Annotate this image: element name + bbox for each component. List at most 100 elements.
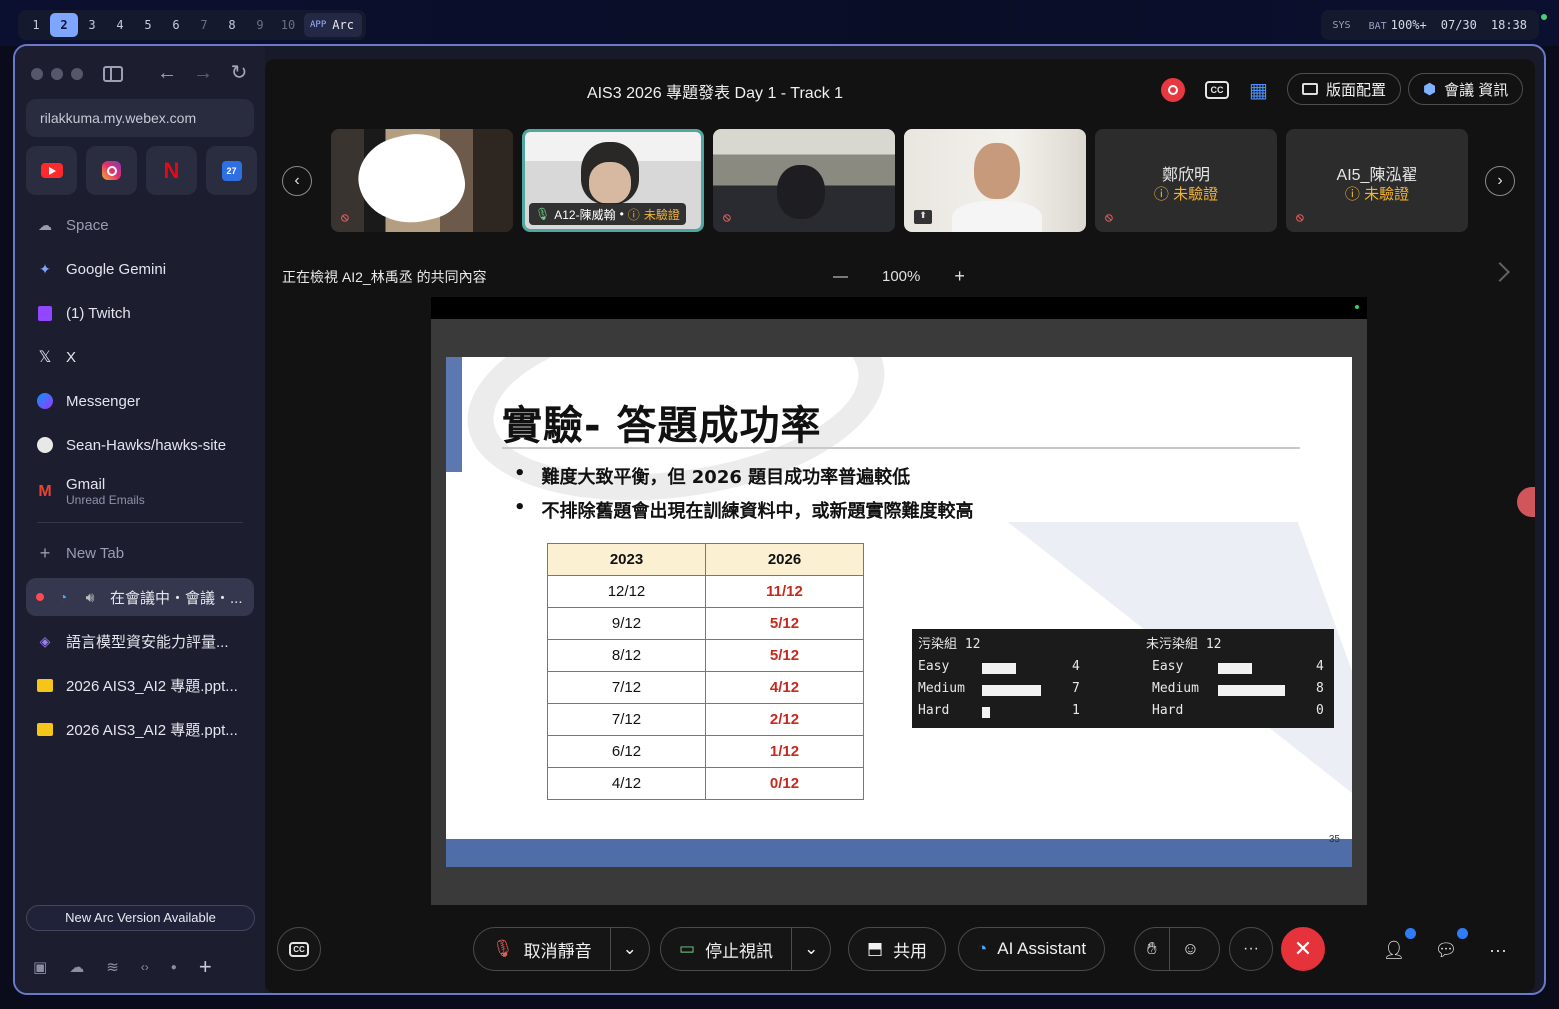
share-screen-icon: ⬒ xyxy=(867,939,884,958)
slides-icon xyxy=(36,720,54,738)
zoom-out-button[interactable]: — xyxy=(833,268,848,285)
sidebar-item-gemini[interactable]: ✦ Google Gemini xyxy=(26,250,254,288)
sidebar-item-twitch[interactable]: (1) Twitch xyxy=(26,294,254,332)
meeting-info-button[interactable]: ⬢ 會議 資訊 xyxy=(1408,73,1524,105)
screen-share-icon: ⬆ xyxy=(914,210,932,224)
sidebar-item-gmail[interactable]: M Gmail Unread Emails xyxy=(26,470,254,514)
webex-meeting-view: AIS3 2026 專題發表 Day 1 - Track 1 CC ▦ 版面配置… xyxy=(265,59,1535,993)
sidebar-item-messenger[interactable]: Messenger xyxy=(26,382,254,420)
tab-webex-meeting[interactable]: ◔ 🔊︎ 在會議中・會議・... xyxy=(26,578,254,616)
ai-assistant-icon: ◔ xyxy=(977,939,988,958)
video-options-button[interactable]: ⌄ xyxy=(792,928,830,970)
sidebar-item-github[interactable]: Sean-Hawks/hawks-site xyxy=(26,426,254,464)
stop-video-button[interactable]: ▭ 停止視訊 xyxy=(661,928,791,970)
workspace-10[interactable]: 10 xyxy=(274,13,302,37)
dot-icon[interactable]: ● xyxy=(171,962,177,973)
workspace-2[interactable]: 2 xyxy=(50,13,78,37)
favorite-youtube[interactable] xyxy=(26,146,77,195)
person-body xyxy=(952,201,1042,232)
plus-icon: + xyxy=(39,542,51,563)
sidebar-item-x[interactable]: 𝕏 X xyxy=(26,338,254,376)
participant-name-chip: 🎙︎ A12-陳威翰 • ⓘ 未驗證 xyxy=(529,203,686,225)
participant-tile-2[interactable]: 🎙︎ A12-陳威翰 • ⓘ 未驗證 xyxy=(522,129,704,232)
sys-label: SYS xyxy=(1332,19,1351,31)
ai-assistant-button[interactable]: ◔ AI Assistant xyxy=(958,927,1106,971)
person-silhouette xyxy=(777,165,825,219)
github-icon xyxy=(36,436,54,454)
record-icon xyxy=(1161,78,1185,102)
add-participant-button[interactable]: ▦ xyxy=(1249,75,1268,105)
new-tab-button[interactable]: + New Tab xyxy=(26,534,254,572)
share-button[interactable]: ⬒ 共用 xyxy=(848,927,947,971)
chevron-down-icon: ⌄ xyxy=(622,939,637,958)
minimize-window-icon[interactable] xyxy=(51,68,63,80)
add-space-icon[interactable]: + xyxy=(199,954,212,980)
favorite-calendar[interactable]: 27 xyxy=(206,146,257,195)
captions-button[interactable]: CC xyxy=(1205,75,1229,105)
space-icon: ☁ xyxy=(38,216,52,233)
more-panels-button[interactable]: ··· xyxy=(1483,935,1513,965)
participant-tile-4[interactable]: ⬆ xyxy=(904,129,1086,232)
more-options-button[interactable]: ··· xyxy=(1229,927,1273,971)
zoom-in-button[interactable]: + xyxy=(954,266,965,287)
chat-button[interactable]: 💬︎ xyxy=(1431,935,1461,965)
close-icon: ✕ xyxy=(1293,936,1313,961)
workspace-5[interactable]: 5 xyxy=(134,13,162,37)
stat-bar xyxy=(1218,663,1252,674)
url-bar[interactable]: rilakkuma.my.webex.com xyxy=(26,99,254,137)
audio-options-button[interactable]: ⌄ xyxy=(611,928,649,970)
participant-tile-3[interactable]: ⦸ xyxy=(713,129,895,232)
workspace-6[interactable]: 6 xyxy=(162,13,190,37)
sidebar-item-space[interactable]: ☁ Space xyxy=(26,206,254,244)
chevron-down-icon: ⌄ xyxy=(804,939,819,958)
captions-toggle-button[interactable]: CC xyxy=(277,927,321,971)
arc-update-banner[interactable]: New Arc Version Available xyxy=(26,905,255,931)
participant-tile-5[interactable]: 鄭欣明 ⓘ 未驗證 ⦸ xyxy=(1095,129,1277,232)
layout-button[interactable]: 版面配置 xyxy=(1287,73,1402,105)
archive-icon[interactable]: ▣ xyxy=(33,958,47,976)
workspace-8[interactable]: 8 xyxy=(218,13,246,37)
workspace-7[interactable]: 7 xyxy=(190,13,218,37)
leave-meeting-button[interactable]: ✕ xyxy=(1281,927,1325,971)
favorites-row: N 27 xyxy=(26,146,257,195)
workspace-1[interactable]: 1 xyxy=(22,13,50,37)
back-arrow-icon[interactable]: ← xyxy=(155,62,179,84)
unmute-button[interactable]: 🎙︎ 取消靜音 xyxy=(474,928,610,970)
raise-hand-button[interactable]: ✋︎ xyxy=(1135,928,1169,970)
recording-button[interactable] xyxy=(1161,75,1185,105)
reload-icon[interactable]: ↻ xyxy=(227,62,251,84)
participant-tile-1[interactable]: ⦸ xyxy=(331,129,513,232)
battery-status: BAT 100%+ xyxy=(1368,18,1427,32)
reactions-button[interactable]: ☺ xyxy=(1170,928,1211,970)
workspace-9[interactable]: 9 xyxy=(246,13,274,37)
workspace-4[interactable]: 4 xyxy=(106,13,134,37)
participants-button[interactable]: 👤︎ xyxy=(1379,935,1409,965)
camera-icon: ▭ xyxy=(679,939,696,958)
floating-handle[interactable] xyxy=(1517,487,1535,517)
maximize-window-icon[interactable] xyxy=(71,68,83,80)
participant-tile-6[interactable]: AI5_陳泓翟 ⓘ 未驗證 ⦸ xyxy=(1286,129,1468,232)
previous-participants-button[interactable]: ‹ xyxy=(282,166,312,196)
tab-slides-2[interactable]: 2026 AIS3_AI2 專題.ppt... xyxy=(26,710,254,748)
participants-icon: 👤︎ xyxy=(1382,939,1406,960)
audio-playing-icon[interactable]: 🔊︎ xyxy=(82,588,98,606)
twitch-icon xyxy=(36,304,54,322)
favorite-netflix[interactable]: N xyxy=(146,146,197,195)
tab-slides-1[interactable]: 2026 AIS3_AI2 專題.ppt... xyxy=(26,666,254,704)
expand-icon[interactable] xyxy=(1490,262,1510,282)
workspace-3[interactable]: 3 xyxy=(78,13,106,37)
next-participants-button[interactable]: › xyxy=(1485,166,1515,196)
unverified-icon: ⓘ xyxy=(1344,186,1365,203)
system-tray: SYS BAT 100%+ 07/30 18:38 xyxy=(1320,10,1539,40)
library-icon[interactable]: ≋ xyxy=(106,958,119,976)
close-window-icon[interactable] xyxy=(31,68,43,80)
column-header: 2023 xyxy=(547,543,706,576)
tab-llm-security[interactable]: ◈ 語言模型資安能力評量... xyxy=(26,622,254,660)
slide-bullet: • 難度大致平衡，但 2026 題目成功率普遍較低 xyxy=(514,463,911,488)
favorite-instagram[interactable] xyxy=(86,146,137,195)
forward-arrow-icon[interactable]: → xyxy=(191,62,215,84)
code-icon[interactable]: ‹› xyxy=(141,960,149,974)
recording-dot-icon xyxy=(36,593,44,601)
sidebar-toggle-icon[interactable] xyxy=(103,66,123,82)
space-switch-icon[interactable]: ☁ xyxy=(69,958,84,976)
